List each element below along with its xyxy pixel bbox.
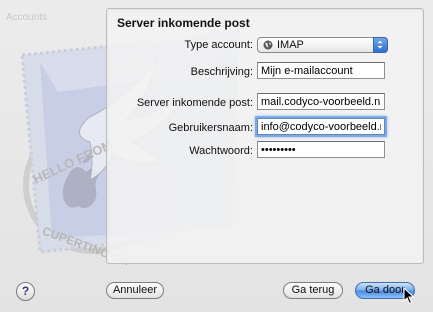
username-field[interactable] (257, 118, 385, 135)
account-type-popup[interactable]: IMAP (257, 37, 388, 53)
description-field[interactable] (257, 62, 385, 79)
cancel-button[interactable]: Annuleer (106, 282, 164, 299)
incoming-server-field[interactable] (257, 93, 385, 110)
password-field[interactable] (257, 141, 385, 158)
popup-arrows-icon (373, 37, 388, 53)
globe-icon (263, 40, 273, 50)
account-type-value: IMAP (277, 39, 304, 51)
password-label: Wachtwoord: (189, 145, 253, 157)
incoming-server-label: Server inkomende post: (136, 97, 253, 109)
username-label: Gebruikersnaam: (168, 122, 253, 134)
back-button[interactable]: Ga terug (283, 282, 343, 299)
help-button[interactable]: ? (16, 282, 35, 301)
description-label: Beschrijving: (190, 66, 253, 78)
account-type-label: Type account: (184, 39, 254, 51)
window-title: Accounts (6, 12, 48, 23)
mouse-pointer-icon (403, 287, 415, 305)
page-title: Server inkomende post (117, 16, 250, 30)
